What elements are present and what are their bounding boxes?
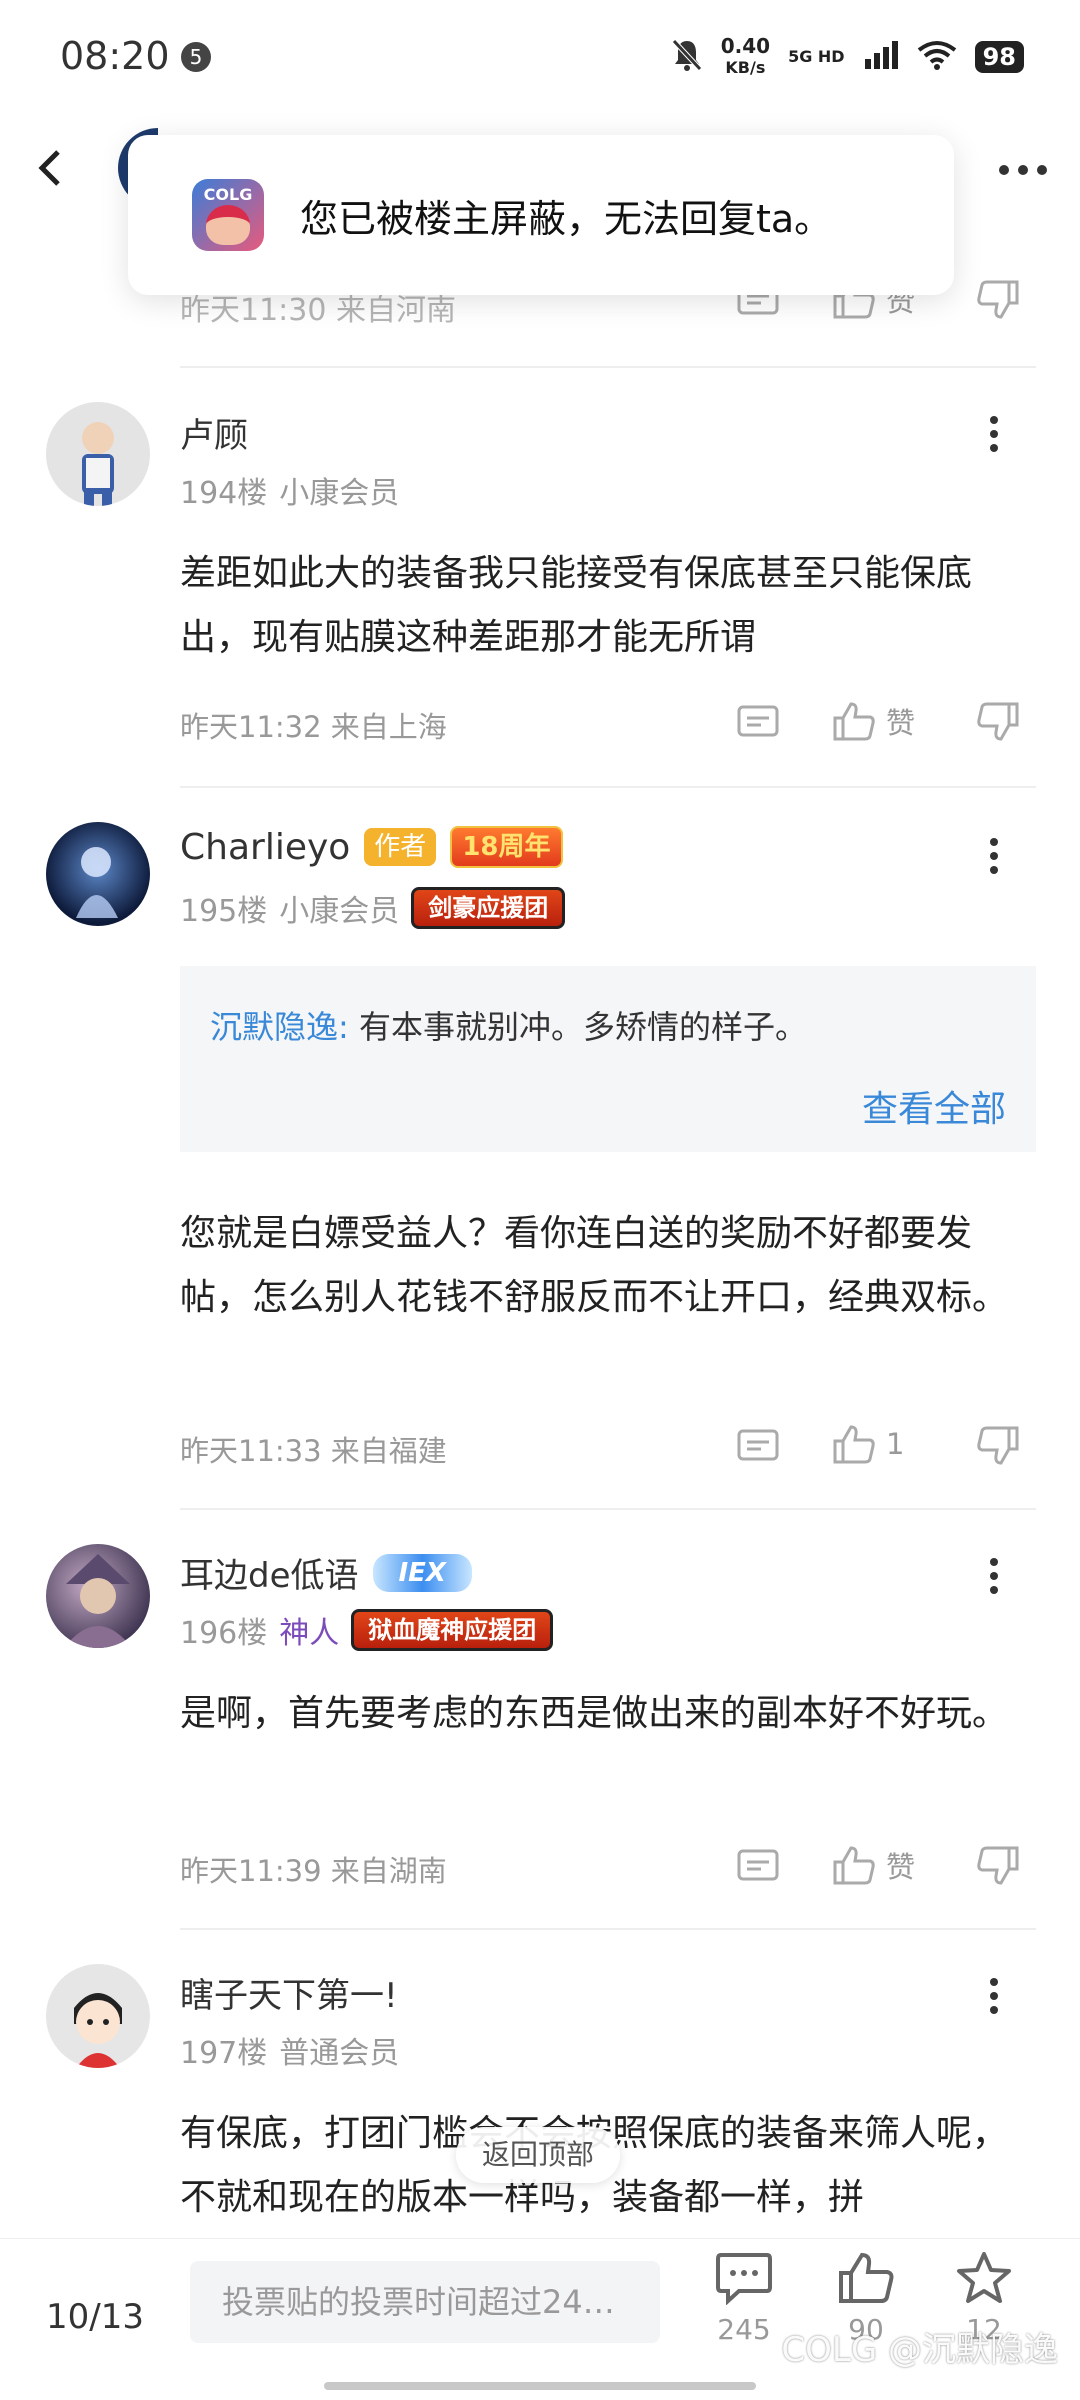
- username[interactable]: 卢顾: [180, 408, 248, 457]
- thumbs-up-icon: [833, 1846, 875, 1885]
- view-all-link[interactable]: 查看全部: [862, 1080, 1006, 1132]
- thumbs-up-icon: [833, 1425, 875, 1464]
- notification-badge: 5: [181, 42, 211, 72]
- username-text: 耳边de低语: [180, 1556, 359, 1596]
- floor-number: 195楼: [180, 894, 268, 929]
- floor-info: 194楼 小康会员: [180, 468, 399, 512]
- comment-actions: 赞: [736, 700, 1036, 750]
- member-rank: 普通会员: [279, 2036, 400, 2071]
- like-count: 赞: [886, 706, 916, 740]
- comment-menu-button[interactable]: [988, 1974, 1000, 2018]
- comment-meta: 昨天11:32 来自上海: [180, 710, 447, 744]
- comment-bubble-icon: [716, 2253, 772, 2306]
- comment-menu-button[interactable]: [988, 412, 1000, 456]
- status-icons: 0.40 KB/s 5G HD 98: [671, 36, 1024, 78]
- battery-indicator: 98: [974, 41, 1024, 73]
- network-type: 5G HD: [788, 47, 845, 66]
- more-horizontal-icon: [999, 165, 1047, 175]
- quote-line: 沉默隐逸: 有本事就别冲。多矫情的样子。: [210, 1002, 807, 1048]
- floor-number: 194楼: [180, 476, 268, 511]
- toast-message: COLG 您已被楼主屏蔽，无法回复ta。: [128, 135, 954, 295]
- comment-meta: 昨天11:33 来自福建: [180, 1434, 447, 1468]
- comments-count: 245: [717, 2313, 771, 2346]
- comment-menu-button[interactable]: [988, 1554, 1000, 1598]
- net-speed: 0.40 KB/s: [721, 36, 770, 78]
- status-bar: 08:20 5 0.40 KB/s 5G HD 98: [0, 0, 1080, 120]
- club-badge: 剑豪应援团: [411, 887, 566, 929]
- floor-number: 197楼: [180, 2036, 268, 2071]
- colg-app-icon: COLG: [192, 179, 264, 251]
- member-rank: 神人: [279, 1616, 340, 1651]
- comment-actions: 1: [736, 1424, 1036, 1474]
- reply-icon[interactable]: [736, 704, 780, 748]
- username-text: 瞎子天下第一!: [180, 1976, 398, 2016]
- like-button[interactable]: 1: [832, 1424, 904, 1464]
- comment-menu-button[interactable]: [988, 834, 1000, 878]
- like-button[interactable]: 赞: [832, 700, 915, 742]
- comments-button[interactable]: 245: [704, 2251, 784, 2346]
- page-indicator[interactable]: 10/13: [46, 2297, 144, 2337]
- quote-text: 有本事就别冲。多矫情的样子。: [358, 1008, 807, 1046]
- reply-icon[interactable]: [736, 1428, 780, 1472]
- avatar[interactable]: [46, 1544, 150, 1648]
- username[interactable]: Charlieyo 作者 18周年: [180, 826, 563, 868]
- toast-text: 您已被楼主屏蔽，无法回复ta。: [300, 196, 833, 241]
- avatar[interactable]: [46, 822, 150, 926]
- like-count: 赞: [886, 1850, 916, 1884]
- reply-icon[interactable]: [736, 1848, 780, 1892]
- member-rank: 小康会员: [279, 476, 400, 511]
- comment-meta: 昨天11:39 来自湖南: [180, 1854, 447, 1888]
- username-text: 卢顾: [180, 416, 248, 456]
- username[interactable]: 瞎子天下第一!: [180, 1968, 398, 2017]
- more-options-button[interactable]: [996, 150, 1050, 190]
- wifi-icon: [917, 40, 957, 74]
- club-badge: 狱血魔神应援团: [351, 1609, 554, 1651]
- comment-body: 差距如此大的装备我只能接受有保底甚至只能保底出，现有贴膜这种差距那才能无所谓: [180, 553, 973, 658]
- divider: [180, 1508, 1036, 1510]
- net-speed-unit: KB/s: [725, 58, 766, 77]
- like-button[interactable]: 赞: [832, 1844, 915, 1886]
- thumbs-up-icon: [833, 702, 875, 741]
- username[interactable]: 耳边de低语 IEX: [180, 1548, 472, 1597]
- anniversary-badge: 18周年: [450, 826, 563, 868]
- floor-number: 196楼: [180, 1616, 268, 1651]
- back-arrow-icon: [38, 150, 60, 186]
- mute-icon: [671, 38, 703, 76]
- divider: [180, 786, 1036, 788]
- back-to-top-button[interactable]: 返回顶部: [456, 2127, 620, 2183]
- signal-icon: [863, 41, 899, 73]
- comment-body: 是啊，首先要考虑的东西是做出来的副本好不好玩。: [180, 1693, 1009, 1734]
- floor-info: 196楼 神人 狱血魔神应援团: [180, 1608, 554, 1652]
- like-count: 1: [886, 1427, 905, 1461]
- app-logo-text: COLG: [203, 185, 253, 204]
- thumbs-up-icon: [839, 2252, 894, 2303]
- thumbs-down-icon[interactable]: [976, 1426, 1020, 1470]
- floor-info: 197楼 普通会员: [180, 2028, 399, 2072]
- star-icon: [957, 2252, 1011, 2303]
- home-indicator[interactable]: [324, 2382, 756, 2390]
- reply-input[interactable]: 投票贴的投票时间超过24…: [190, 2261, 660, 2343]
- level-badge: IEX: [372, 1553, 472, 1592]
- username-text: Charlieyo: [180, 826, 351, 868]
- comment-actions: 赞: [736, 1844, 1036, 1894]
- thumbs-down-icon[interactable]: [976, 280, 1020, 324]
- avatar[interactable]: [46, 1964, 150, 2068]
- divider: [180, 366, 1036, 368]
- back-button[interactable]: [32, 148, 72, 188]
- author-badge: 作者: [364, 828, 437, 866]
- divider: [180, 1928, 1036, 1930]
- bottom-bar: 10/13 投票贴的投票时间超过24… 245 90 12: [0, 2238, 1080, 2400]
- quoted-reply[interactable]: 沉默隐逸: 有本事就别冲。多矫情的样子。 查看全部: [180, 966, 1036, 1152]
- net-speed-value: 0.40: [720, 34, 771, 58]
- status-time: 08:20: [60, 34, 170, 78]
- avatar[interactable]: [46, 402, 150, 506]
- comment-body: 您就是白嫖受益人？看你连白送的奖励不好都要发帖，怎么别人花钱不舒服反而不让开口，…: [180, 1213, 1009, 1318]
- floor-info: 195楼 小康会员 剑豪应援团: [180, 886, 566, 930]
- member-rank: 小康会员: [279, 894, 400, 929]
- thumbs-down-icon[interactable]: [976, 1846, 1020, 1890]
- watermark: COLG @沉默隐逸: [781, 2330, 1058, 2370]
- thumbs-down-icon[interactable]: [976, 702, 1020, 746]
- quote-author[interactable]: 沉默隐逸:: [210, 1008, 349, 1046]
